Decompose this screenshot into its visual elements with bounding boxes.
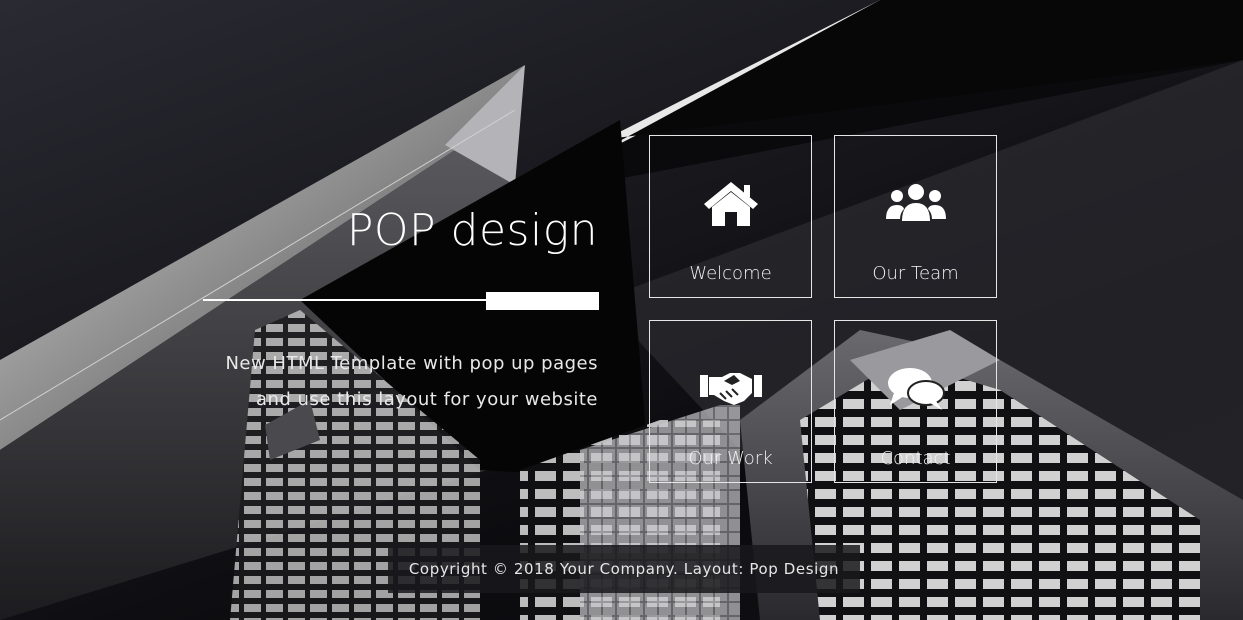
site-title: POP design [346,205,598,256]
users-icon [885,178,947,228]
nav-tile-our-team[interactable]: Our Team [834,135,997,298]
nav-tile-label: Our Work [688,448,773,469]
comments-icon [885,363,947,413]
nav-tile-welcome[interactable]: Welcome [649,135,812,298]
underline-thin-bar [203,299,488,301]
handshake-icon [699,363,762,413]
nav-tile-contact[interactable]: Contact [834,320,997,483]
background-architecture-image [0,0,1243,620]
copyright-text: Copyright © 2018 Your Company. Layout: P… [408,560,840,578]
nav-tile-label: Welcome [689,263,772,284]
nav-tile-our-work[interactable]: Our Work [649,320,812,483]
page-stage: POP design New HTML Template with pop up… [0,0,1243,620]
footer-copyright: Copyright © 2018 Your Company. Layout: P… [388,545,860,593]
title-underline-decoration [203,292,599,310]
home-icon [700,178,762,228]
site-tagline: New HTML Template with pop up pages and … [178,346,598,418]
brand-block: POP design [238,205,598,256]
nav-tile-label: Contact [880,448,951,469]
tagline-line-1: New HTML Template with pop up pages [225,353,598,374]
underline-thick-bar [486,292,599,310]
nav-tile-label: Our Team [872,263,959,284]
tagline-line-2: and use this layout for your website [255,389,598,410]
